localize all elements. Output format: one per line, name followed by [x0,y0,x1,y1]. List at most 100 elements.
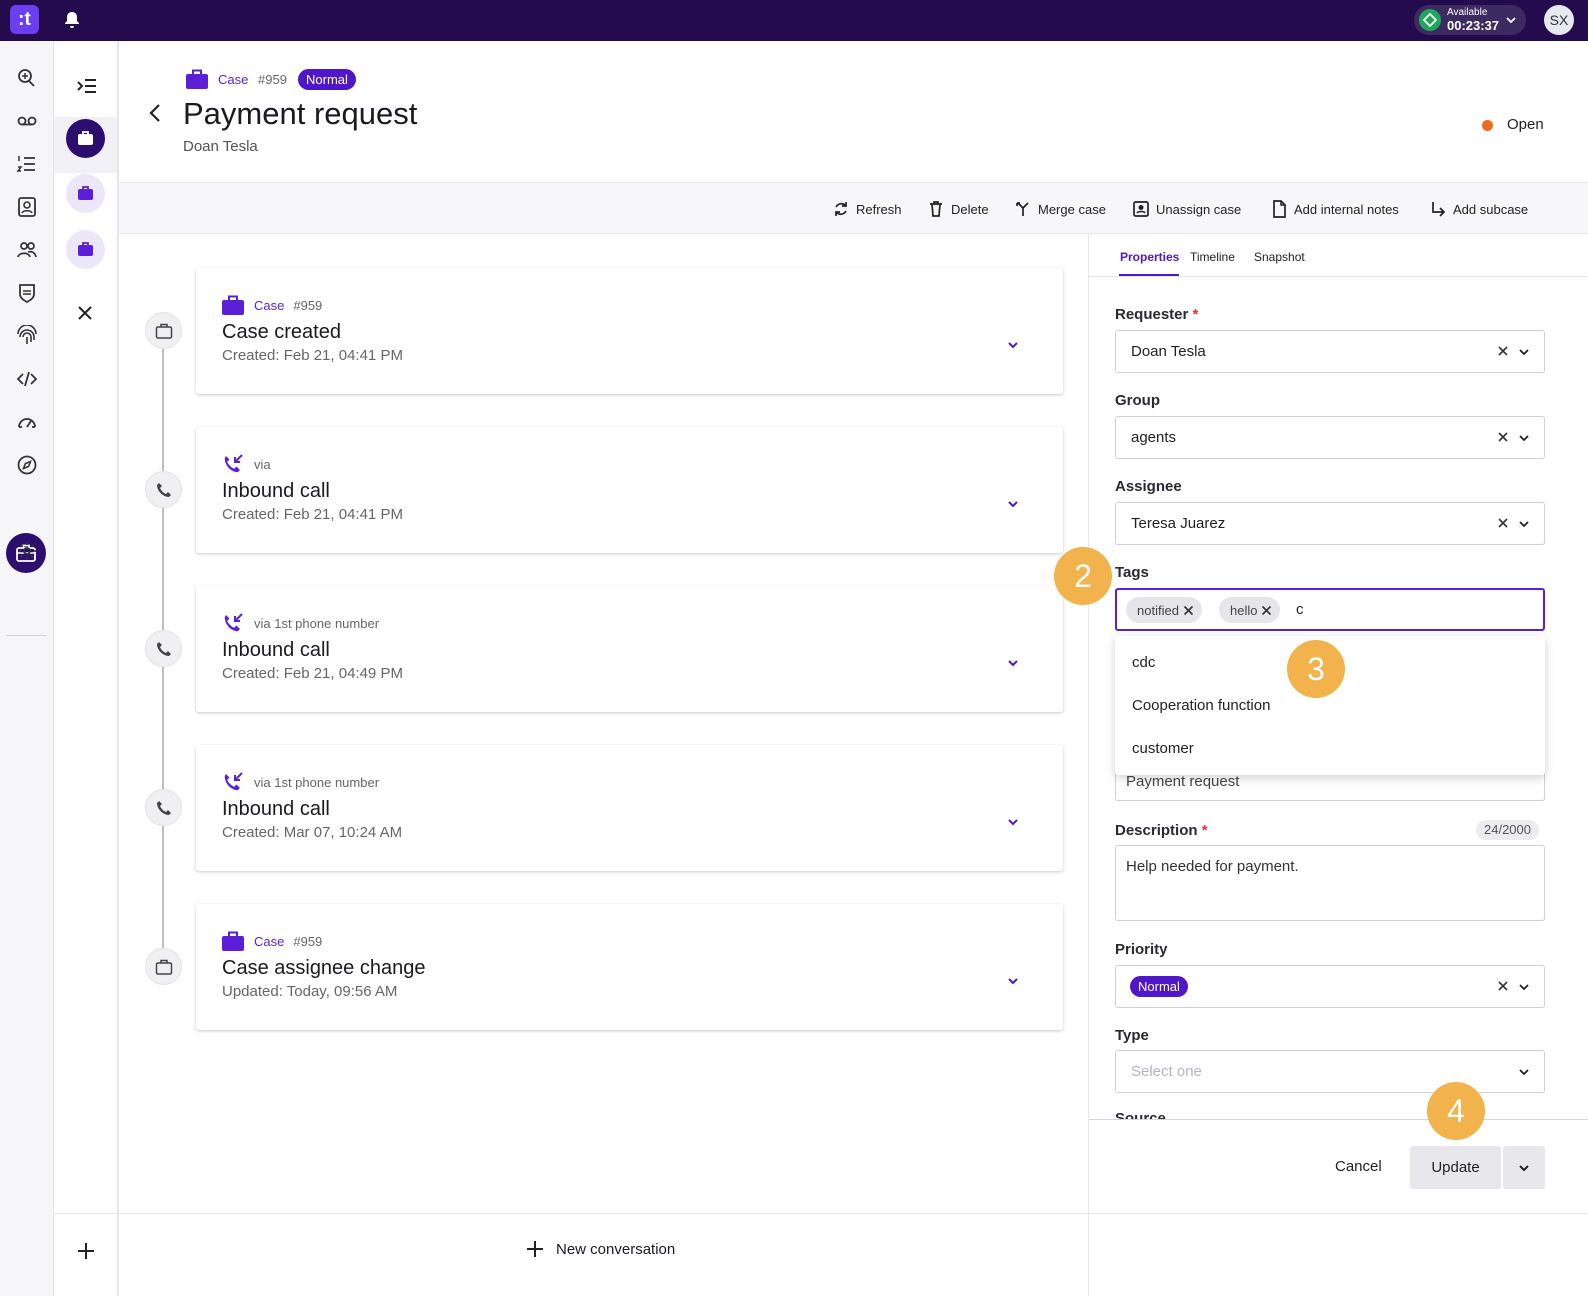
open-case-tab-active[interactable] [66,119,105,158]
step-marker: 2 [1054,547,1112,605]
chevron-down-icon[interactable] [1006,497,1020,511]
page-title: Payment request [183,96,418,131]
user-avatar[interactable]: SX [1544,5,1574,35]
tab-timeline[interactable]: Timeline [1190,250,1235,264]
unassign-icon [1133,201,1149,217]
subcase-icon [1432,202,1446,217]
code-icon[interactable] [13,365,41,393]
back-arrow-icon[interactable] [146,103,164,123]
open-case-tab[interactable] [66,230,105,269]
chevron-down-icon[interactable] [1006,815,1020,829]
plus-icon[interactable] [76,1241,96,1261]
case-type-label: Case [218,72,249,87]
tags-typed-text[interactable]: c [1296,601,1304,618]
tag-option[interactable]: customer [1132,740,1194,757]
briefcase-outline-icon [155,323,173,339]
briefcase-icon [186,69,208,89]
clear-icon[interactable] [1497,980,1509,992]
tag-option[interactable]: cdc [1132,654,1155,671]
add-internal-notes-button[interactable]: Add internal notes [1270,199,1399,219]
required-marker: * [1201,822,1208,839]
remove-tag-icon[interactable] [1261,605,1272,616]
app-logo[interactable]: :t [10,5,39,34]
timeline-card[interactable]: via 1st phone number Inbound call Create… [196,586,1063,712]
character-counter: 24/2000 [1476,820,1539,840]
timeline-node [145,312,182,349]
timeline-card[interactable]: Case #959 Case assignee change Updated: … [196,904,1063,1030]
tag-option[interactable]: Cooperation function [1132,697,1270,714]
chevron-down-icon[interactable] [1518,346,1530,358]
compass-icon[interactable] [13,451,41,479]
contacts-icon[interactable] [13,193,41,221]
team-icon[interactable] [13,236,41,264]
remove-tag-icon[interactable] [1183,605,1194,616]
conversation-icon[interactable] [13,64,41,92]
requester-select[interactable]: Doan Tesla [1115,330,1545,373]
availability-toggle[interactable]: Available 00:23:37 [1414,5,1526,35]
group-select[interactable]: agents [1115,416,1545,459]
timeline-card[interactable]: via 1st phone number Inbound call Create… [196,745,1063,871]
card-via-label: via 1st phone number [254,615,380,631]
timeline-card[interactable]: via Inbound call Created: Feb 21, 04:41 … [196,427,1063,553]
bell-icon[interactable] [62,10,82,30]
collapse-menu-icon[interactable] [76,75,98,97]
priority-select[interactable]: Normal [1115,965,1545,1008]
source-label: Source [1115,1110,1175,1119]
clear-icon[interactable] [1497,345,1509,357]
phone-icon [157,642,171,656]
group-label: Group [1115,392,1160,409]
case-toolbar: Refresh Delete Merge case Unassign case … [119,183,1588,234]
rail-divider [6,635,46,636]
add-subcase-button[interactable]: Add subcase [1429,199,1528,219]
tab-snapshot[interactable]: Snapshot [1254,250,1305,264]
shield-icon[interactable] [13,279,41,307]
tags-label: Tags [1115,564,1149,581]
requester-value: Doan Tesla [1131,343,1206,360]
close-icon[interactable] [76,304,94,322]
merge-case-button[interactable]: Merge case [1014,199,1106,219]
unassign-case-button[interactable]: Unassign case [1132,199,1241,219]
chevron-down-icon[interactable] [1518,432,1530,444]
chevron-down-icon [1505,14,1517,26]
description-textarea[interactable]: Help needed for payment. [1115,845,1545,921]
card-header: Case #959 [222,294,322,316]
fingerprint-icon[interactable] [13,322,41,350]
refresh-button[interactable]: Refresh [832,199,902,219]
source-label-text: Source [1115,1110,1166,1119]
chevron-down-icon[interactable] [1006,338,1020,352]
update-button[interactable]: Update [1410,1146,1501,1189]
chevron-down-icon[interactable] [1518,981,1530,993]
delete-button[interactable]: Delete [927,199,989,219]
chevron-down-icon[interactable] [1518,518,1530,530]
card-title: Case created [222,321,341,343]
status-badge[interactable]: Open [1507,116,1544,133]
chevron-down-icon[interactable] [1006,974,1020,988]
tags-input[interactable]: notified hello c [1115,588,1545,631]
refresh-icon [835,202,847,216]
clear-icon[interactable] [1497,517,1509,529]
group-value: agents [1131,429,1177,446]
tab-properties[interactable]: Properties [1120,250,1179,264]
priority-label: Priority [1115,941,1168,958]
clear-icon[interactable] [1497,431,1509,443]
chevron-down-icon[interactable] [1518,1066,1530,1078]
cancel-button[interactable]: Cancel [1335,1158,1382,1175]
update-options-button[interactable] [1503,1146,1545,1189]
step-marker: 3 [1287,640,1345,698]
timeline-card[interactable]: Case #959 Case created Created: Feb 21, … [196,268,1063,394]
type-select[interactable]: Select one [1115,1050,1545,1093]
panel-divider [1088,234,1089,1296]
note-icon [1273,200,1286,218]
tag-chip-label: hello [1230,602,1258,618]
assignee-select[interactable]: Teresa Juarez [1115,502,1545,545]
chevron-down-icon[interactable] [1006,656,1020,670]
voicemail-icon[interactable] [13,107,41,135]
add-internal-notes-label: Add internal notes [1294,201,1399,217]
new-conversation-button[interactable]: New conversation [526,1238,675,1260]
open-case-tab[interactable] [66,174,105,213]
required-marker: * [1192,306,1199,323]
list-icon[interactable] [13,150,41,178]
settings-icon[interactable] [13,537,41,565]
assignee-value: Teresa Juarez [1131,515,1226,532]
dashboard-icon[interactable] [13,408,41,436]
